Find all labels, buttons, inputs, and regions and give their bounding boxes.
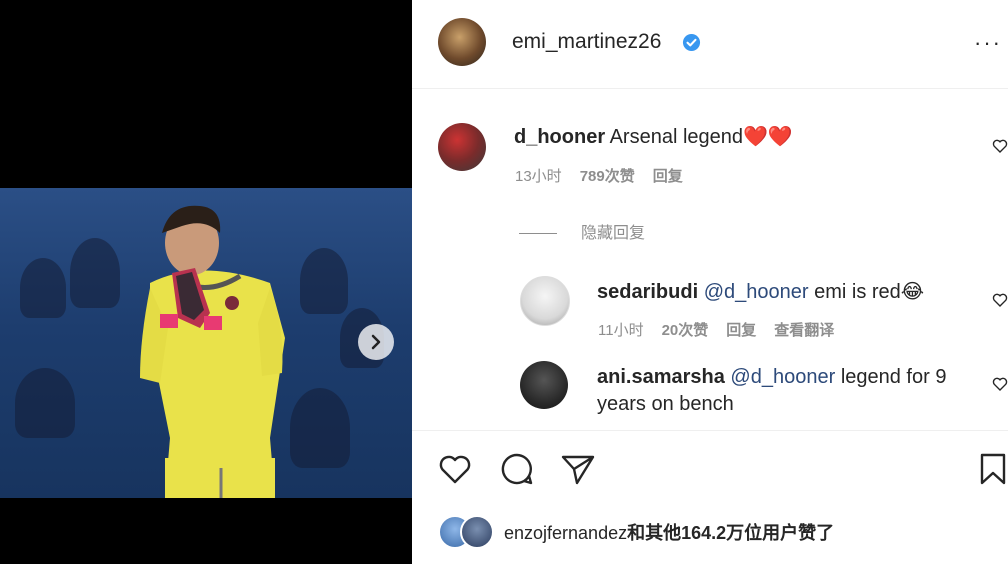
comment-time: 13小时: [515, 168, 562, 185]
hide-replies-label: 隐藏回复: [581, 225, 646, 242]
bookmark-icon[interactable]: [978, 452, 1008, 486]
comment-reply-button[interactable]: 回复: [653, 168, 683, 185]
comment-avatar[interactable]: [438, 123, 486, 171]
post-header: emi_martinez26 ···: [412, 0, 1008, 89]
liked-by-text: enzojfernandez和其他164.2万位用户赞了: [504, 519, 834, 545]
reply-username[interactable]: ani.samarsha: [597, 366, 725, 388]
author-avatar[interactable]: [438, 18, 486, 66]
reply-body: emi is red: [814, 281, 901, 303]
reply-like-count[interactable]: 20次赞: [662, 322, 709, 339]
more-options-button[interactable]: ···: [974, 30, 1002, 56]
send-icon[interactable]: [560, 452, 596, 486]
actions-divider: [412, 430, 1008, 431]
post-details-panel: emi_martinez26 ··· d_hooner Arsenal lege…: [412, 0, 1008, 564]
liker-avatar[interactable]: [460, 515, 494, 549]
chevron-right-icon: [371, 334, 381, 350]
reply-meta: 11小时 20次赞 回复 查看翻译: [598, 319, 852, 340]
see-translation-button[interactable]: 查看翻译: [774, 322, 834, 339]
author-username[interactable]: emi_martinez26: [512, 30, 661, 54]
comment-like-count[interactable]: 789次赞: [580, 168, 635, 185]
heart-icon[interactable]: [438, 452, 472, 486]
liked-by-count-text[interactable]: 和其他164.2万位用户赞了: [627, 523, 834, 543]
next-media-button[interactable]: [358, 324, 394, 360]
comment-body: Arsenal legend: [609, 126, 744, 148]
verified-badge-icon: [682, 33, 701, 52]
hide-replies-button[interactable]: 隐藏回复: [519, 219, 645, 243]
reply-mention[interactable]: @d_hooner: [704, 281, 809, 303]
comment-text: d_hooner Arsenal legend❤️❤️: [514, 124, 984, 149]
reply-text: ani.samarsha @d_hooner legend for 9 year…: [597, 364, 977, 418]
comment-icon[interactable]: [500, 452, 534, 486]
reply-mention[interactable]: @d_hooner: [730, 366, 835, 388]
reply-reply-button[interactable]: 回复: [726, 322, 756, 339]
reply-username[interactable]: sedaribudi: [597, 281, 698, 303]
reply-like-heart-icon[interactable]: [992, 292, 1008, 308]
liked-by-username[interactable]: enzojfernandez: [504, 523, 627, 543]
reply-emoji: 😂: [900, 281, 925, 303]
reply-text: sedaribudi @d_hooner emi is red😂: [597, 279, 977, 304]
reply-time: 11小时: [598, 322, 644, 339]
post-media-pane: [0, 0, 412, 564]
reply-avatar[interactable]: [520, 361, 568, 409]
goalkeeper-figure: [140, 205, 285, 498]
replies-divider-line: [519, 233, 557, 235]
reply-like-heart-icon[interactable]: [992, 376, 1008, 392]
comment-emoji: ❤️❤️: [743, 126, 793, 148]
comment-like-heart-icon[interactable]: [992, 138, 1008, 154]
comment-meta: 13小时 789次赞 回复: [515, 165, 701, 186]
liked-by-row: enzojfernandez和其他164.2万位用户赞了: [438, 515, 834, 549]
post-photo: [0, 188, 412, 498]
reply-avatar[interactable]: [520, 276, 570, 326]
comment-username[interactable]: d_hooner: [514, 126, 605, 148]
